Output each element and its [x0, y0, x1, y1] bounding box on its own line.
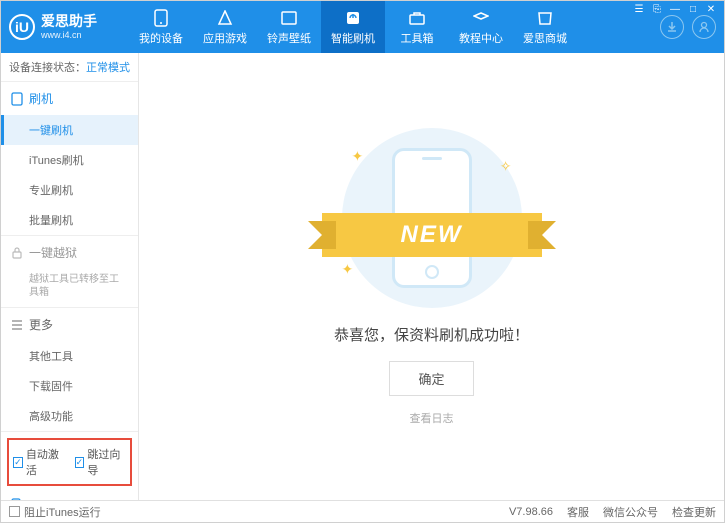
logo: iU 爱思助手 www.i4.cn: [9, 14, 129, 40]
sidebar-more-header[interactable]: 更多: [1, 308, 138, 341]
sidebar-item-itunes-flash[interactable]: iTunes刷机: [1, 145, 138, 175]
store-icon: [536, 9, 554, 27]
device-info[interactable]: iPhone 12 mini 64GB Down-12mini-13,1: [1, 492, 138, 500]
flash-icon: [344, 9, 362, 27]
nav-apps[interactable]: 应用游戏: [193, 1, 257, 53]
main-content: ✦ ✧ ✦ NEW 恭喜您，保资料刷机成功啦！ 确定 查看日志: [139, 53, 724, 500]
nav-ringtones[interactable]: 铃声壁纸: [257, 1, 321, 53]
toolbox-icon: [408, 9, 426, 27]
phone-icon: [152, 9, 170, 27]
nav-store[interactable]: 爱思商城: [513, 1, 577, 53]
user-button[interactable]: [692, 15, 716, 39]
version-label: V7.98.66: [509, 506, 553, 518]
service-link[interactable]: 客服: [567, 504, 589, 520]
apps-icon: [216, 9, 234, 27]
tutorial-icon: [472, 9, 490, 27]
wechat-link[interactable]: 微信公众号: [603, 504, 658, 520]
sidebar-item-download-firmware[interactable]: 下载固件: [1, 371, 138, 401]
checkbox-block-itunes[interactable]: 阻止iTunes运行: [9, 504, 101, 520]
window-controls: ☰ ⎘ — □ ✕: [631, 2, 719, 16]
maximize-icon[interactable]: □: [685, 2, 701, 16]
view-log-link[interactable]: 查看日志: [410, 410, 454, 426]
nav-my-device[interactable]: 我的设备: [129, 1, 193, 53]
footer: 阻止iTunes运行 V7.98.66 客服 微信公众号 检查更新: [1, 500, 724, 522]
sidebar-item-other-tools[interactable]: 其他工具: [1, 341, 138, 371]
sidebar-flash-header[interactable]: 刷机: [1, 82, 138, 115]
confirm-button[interactable]: 确定: [389, 361, 473, 396]
header: iU 爱思助手 www.i4.cn 我的设备 应用游戏 铃声壁纸 智能刷机 工具…: [1, 1, 724, 53]
menu-icon[interactable]: ☰: [631, 2, 647, 16]
sidebar: 设备连接状态：正常模式 刷机 一键刷机 iTunes刷机 专业刷机 批量刷机 一…: [1, 53, 139, 500]
connection-status: 设备连接状态：正常模式: [1, 53, 138, 82]
nav-tutorials[interactable]: 教程中心: [449, 1, 513, 53]
nav-flash[interactable]: 智能刷机: [321, 1, 385, 53]
wallpaper-icon: [280, 9, 298, 27]
sidebar-jailbreak-header: 一键越狱: [1, 236, 138, 269]
close-icon[interactable]: ✕: [703, 2, 719, 16]
pin-icon[interactable]: ⎘: [649, 2, 665, 16]
sidebar-item-oneclick-flash[interactable]: 一键刷机: [1, 115, 138, 145]
main-nav: 我的设备 应用游戏 铃声壁纸 智能刷机 工具箱 教程中心 爱思商城: [129, 1, 660, 53]
sidebar-item-advanced[interactable]: 高级功能: [1, 401, 138, 431]
success-illustration: ✦ ✧ ✦ NEW: [302, 128, 562, 308]
sidebar-item-pro-flash[interactable]: 专业刷机: [1, 175, 138, 205]
checkbox-skip-guide[interactable]: ✓跳过向导: [75, 446, 127, 478]
phone-icon: [11, 92, 23, 106]
sidebar-item-batch-flash[interactable]: 批量刷机: [1, 205, 138, 235]
lock-icon: [11, 247, 23, 259]
logo-icon: iU: [9, 14, 35, 40]
nav-toolbox[interactable]: 工具箱: [385, 1, 449, 53]
device-icon: [11, 498, 21, 500]
app-url: www.i4.cn: [41, 30, 97, 40]
success-message: 恭喜您，保资料刷机成功啦！: [334, 324, 529, 345]
checkbox-auto-activate[interactable]: ✓自动激活: [13, 446, 65, 478]
new-ribbon: NEW: [322, 213, 542, 257]
menu-icon: [11, 320, 23, 330]
options-highlighted: ✓自动激活 ✓跳过向导: [7, 438, 132, 486]
download-button[interactable]: [660, 15, 684, 39]
minimize-icon[interactable]: —: [667, 2, 683, 16]
jailbreak-note: 越狱工具已转移至工具箱: [1, 269, 138, 307]
app-name: 爱思助手: [41, 14, 97, 29]
update-link[interactable]: 检查更新: [672, 504, 716, 520]
